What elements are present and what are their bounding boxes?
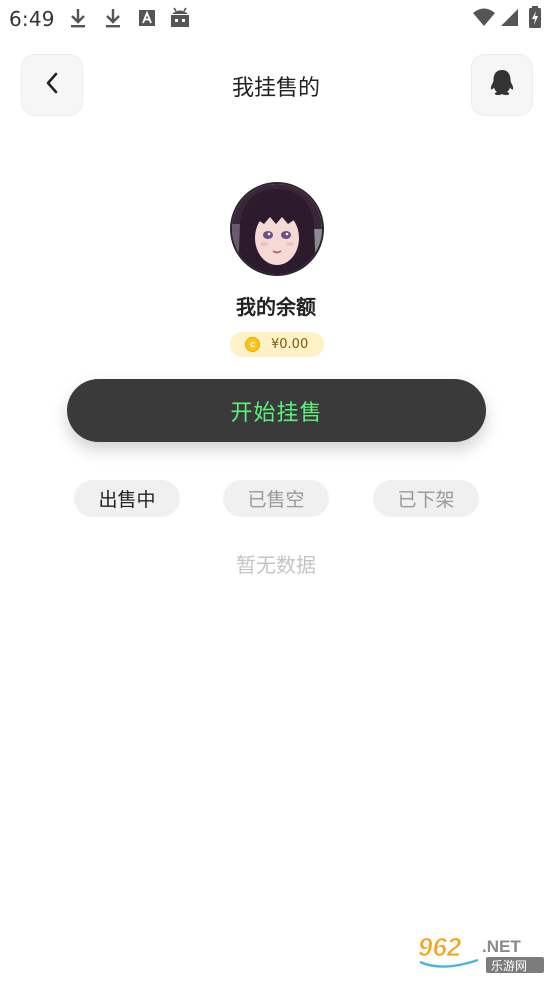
android-icon — [168, 6, 192, 30]
balance-amount: ¥0.00 — [271, 337, 309, 352]
start-selling-button[interactable]: 开始挂售 — [67, 379, 486, 442]
font-app-icon — [137, 6, 157, 30]
signal-icon — [500, 7, 520, 27]
status-bar: 6:49 — [0, 0, 552, 36]
download-icon — [103, 6, 123, 30]
avatar — [232, 184, 322, 274]
download-icon — [68, 6, 88, 30]
status-time: 6:49 — [9, 7, 55, 31]
svg-text:962: 962 — [418, 932, 462, 962]
svg-text:.NET: .NET — [482, 937, 521, 956]
svg-text:乐游网: 乐游网 — [491, 959, 527, 973]
tab-on-sale[interactable]: 出售中 — [74, 480, 180, 517]
balance-label: 我的余额 — [236, 295, 316, 319]
tab-delisted[interactable]: 已下架 — [373, 480, 479, 517]
battery-charging-icon — [528, 5, 542, 29]
coin-icon: c — [245, 337, 260, 352]
page-title: 我挂售的 — [231, 76, 320, 101]
qq-contact-button[interactable] — [471, 54, 533, 116]
wifi-icon — [472, 7, 496, 27]
tab-sold-out[interactable]: 已售空 — [223, 480, 329, 517]
empty-state-text: 暂无数据 — [236, 553, 316, 577]
balance-badge: c ¥0.00 — [230, 332, 324, 357]
site-watermark-logo: 962 .NET 乐游网 — [412, 930, 548, 976]
qq-penguin-icon — [487, 68, 517, 102]
